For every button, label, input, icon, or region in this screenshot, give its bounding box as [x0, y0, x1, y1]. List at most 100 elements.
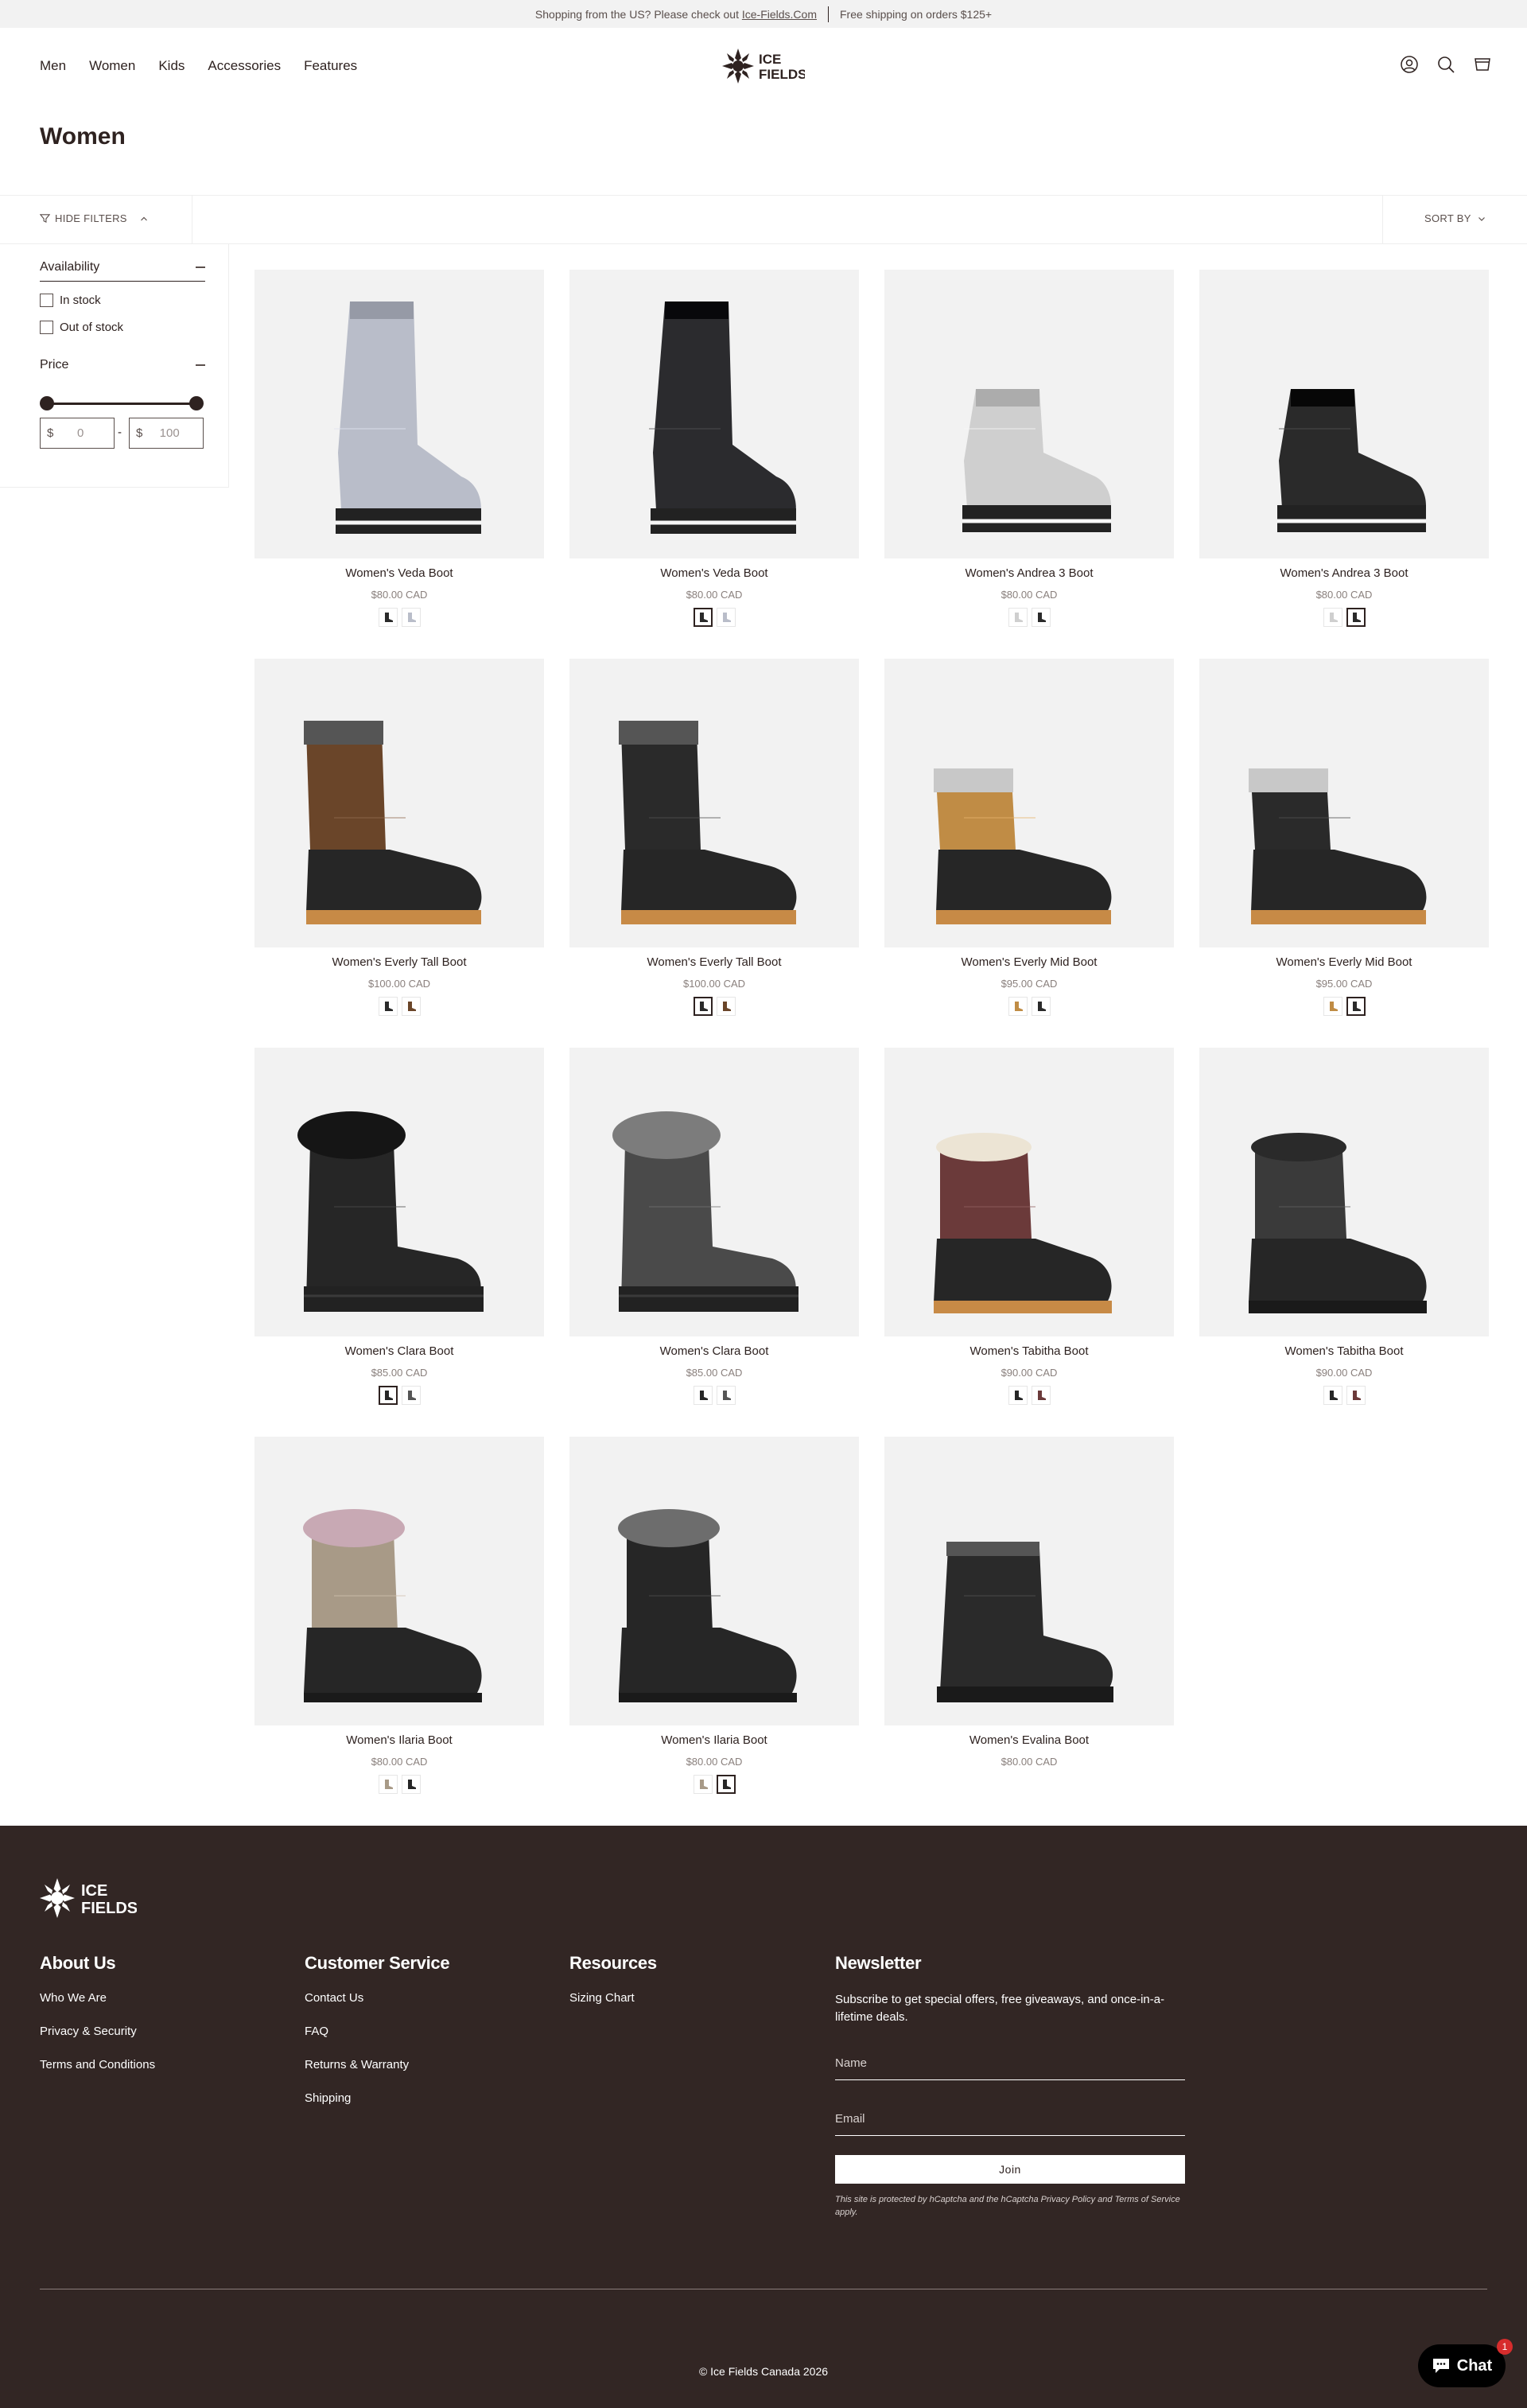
announcement-us-link[interactable]: Ice-Fields.Com [742, 8, 817, 21]
color-swatch[interactable] [1008, 997, 1028, 1016]
footer-link-terms[interactable]: Terms and Conditions [40, 2058, 155, 2091]
footer-link-sizing-chart[interactable]: Sizing Chart [569, 1991, 657, 2025]
nav-item-features[interactable]: Features [304, 58, 357, 74]
price-min-input[interactable]: $ 0 [40, 418, 115, 449]
chat-button[interactable]: Chat [1418, 2344, 1506, 2387]
product-image[interactable] [884, 659, 1174, 947]
color-swatch[interactable] [1031, 1386, 1051, 1405]
color-swatch[interactable] [401, 1386, 421, 1405]
color-swatch[interactable] [401, 1775, 421, 1794]
color-swatch[interactable] [716, 1386, 736, 1405]
product-card[interactable]: Women's Andrea 3 Boot $80.00 CAD [884, 270, 1174, 644]
nav-item-kids[interactable]: Kids [158, 58, 185, 74]
product-card[interactable]: Women's Tabitha Boot $90.00 CAD [884, 1048, 1174, 1422]
color-swatch[interactable] [693, 1386, 713, 1405]
price-slider-min-handle[interactable] [40, 396, 54, 410]
product-title[interactable]: Women's Andrea 3 Boot [884, 566, 1174, 580]
product-title[interactable]: Women's Clara Boot [569, 1344, 859, 1358]
color-swatch[interactable] [378, 997, 398, 1016]
price-slider-track[interactable] [46, 403, 197, 405]
footer-link-returns-warranty[interactable]: Returns & Warranty [305, 2058, 449, 2091]
product-title[interactable]: Women's Andrea 3 Boot [1199, 566, 1489, 580]
color-swatch[interactable] [378, 1775, 398, 1794]
product-image[interactable] [569, 659, 859, 947]
product-card[interactable]: Women's Evalina Boot $80.00 CAD [884, 1437, 1174, 1811]
product-card[interactable]: Women's Everly Tall Boot $100.00 CAD [569, 659, 859, 1033]
availability-facet-toggle[interactable]: Availability [40, 260, 205, 274]
product-card[interactable]: Women's Everly Mid Boot $95.00 CAD [884, 659, 1174, 1033]
product-title[interactable]: Women's Veda Boot [569, 566, 859, 580]
product-title[interactable]: Women's Evalina Boot [884, 1733, 1174, 1747]
product-title[interactable]: Women's Everly Tall Boot [569, 955, 859, 969]
product-title[interactable]: Women's Everly Mid Boot [1199, 955, 1489, 969]
price-facet-toggle[interactable]: Price [40, 358, 205, 372]
product-image[interactable] [569, 270, 859, 558]
account-icon[interactable] [1400, 55, 1419, 74]
color-swatch[interactable] [1323, 1386, 1342, 1405]
product-title[interactable]: Women's Clara Boot [254, 1344, 544, 1358]
product-image[interactable] [1199, 270, 1489, 558]
color-swatch[interactable] [693, 608, 713, 627]
color-swatch[interactable] [716, 1775, 736, 1794]
site-logo[interactable]: ICE FIELDS [722, 44, 805, 88]
color-swatch[interactable] [378, 608, 398, 627]
color-swatch[interactable] [1008, 608, 1028, 627]
color-swatch[interactable] [1323, 608, 1342, 627]
price-slider-max-handle[interactable] [189, 396, 204, 410]
product-card[interactable]: Women's Ilaria Boot $80.00 CAD [254, 1437, 544, 1811]
newsletter-name-field[interactable]: Name [835, 2048, 1185, 2080]
color-swatch[interactable] [716, 997, 736, 1016]
price-max-input[interactable]: $ 100 [129, 418, 204, 449]
product-image[interactable] [254, 270, 544, 558]
color-swatch[interactable] [1346, 608, 1366, 627]
color-swatch[interactable] [401, 608, 421, 627]
product-card[interactable]: Women's Veda Boot $80.00 CAD [254, 270, 544, 644]
product-title[interactable]: Women's Everly Tall Boot [254, 955, 544, 969]
product-title[interactable]: Women's Everly Mid Boot [884, 955, 1174, 969]
product-title[interactable]: Women's Ilaria Boot [254, 1733, 544, 1747]
color-swatch[interactable] [1008, 1386, 1028, 1405]
filter-out-of-stock[interactable]: Out of stock [40, 321, 123, 334]
nav-item-women[interactable]: Women [89, 58, 135, 74]
product-card[interactable]: Women's Andrea 3 Boot $80.00 CAD [1199, 270, 1489, 644]
filter-in-stock[interactable]: In stock [40, 294, 101, 307]
product-title[interactable]: Women's Tabitha Boot [884, 1344, 1174, 1358]
color-swatch[interactable] [693, 1775, 713, 1794]
product-image[interactable] [884, 1437, 1174, 1725]
color-swatch[interactable] [1031, 608, 1051, 627]
color-swatch[interactable] [693, 997, 713, 1016]
cart-icon[interactable] [1473, 55, 1492, 74]
product-image[interactable] [884, 270, 1174, 558]
hide-filters-button[interactable]: HIDE FILTERS [40, 212, 148, 224]
product-image[interactable] [254, 1048, 544, 1336]
product-card[interactable]: Women's Everly Mid Boot $95.00 CAD [1199, 659, 1489, 1033]
color-swatch[interactable] [716, 608, 736, 627]
product-image[interactable] [569, 1048, 859, 1336]
product-image[interactable] [254, 1437, 544, 1725]
footer-link-shipping[interactable]: Shipping [305, 2091, 449, 2125]
out-of-stock-checkbox[interactable] [40, 321, 53, 334]
product-image[interactable] [254, 659, 544, 947]
product-card[interactable]: Women's Clara Boot $85.00 CAD [569, 1048, 859, 1422]
product-image[interactable] [569, 1437, 859, 1725]
product-title[interactable]: Women's Veda Boot [254, 566, 544, 580]
product-card[interactable]: Women's Ilaria Boot $80.00 CAD [569, 1437, 859, 1811]
product-image[interactable] [1199, 1048, 1489, 1336]
product-card[interactable]: Women's Veda Boot $80.00 CAD [569, 270, 859, 644]
product-image[interactable] [884, 1048, 1174, 1336]
footer-logo[interactable]: ICE FIELDS [40, 1873, 137, 1923]
footer-link-faq[interactable]: FAQ [305, 2025, 449, 2058]
newsletter-join-button[interactable]: Join [835, 2155, 1185, 2184]
product-title[interactable]: Women's Ilaria Boot [569, 1733, 859, 1747]
color-swatch[interactable] [378, 1386, 398, 1405]
color-swatch[interactable] [401, 997, 421, 1016]
color-swatch[interactable] [1323, 997, 1342, 1016]
color-swatch[interactable] [1346, 997, 1366, 1016]
nav-item-men[interactable]: Men [40, 58, 66, 74]
newsletter-email-field[interactable]: Email [835, 2104, 1185, 2136]
color-swatch[interactable] [1031, 997, 1051, 1016]
footer-link-privacy-security[interactable]: Privacy & Security [40, 2025, 155, 2058]
product-card[interactable]: Women's Clara Boot $85.00 CAD [254, 1048, 544, 1422]
product-card[interactable]: Women's Tabitha Boot $90.00 CAD [1199, 1048, 1489, 1422]
product-title[interactable]: Women's Tabitha Boot [1199, 1344, 1489, 1358]
